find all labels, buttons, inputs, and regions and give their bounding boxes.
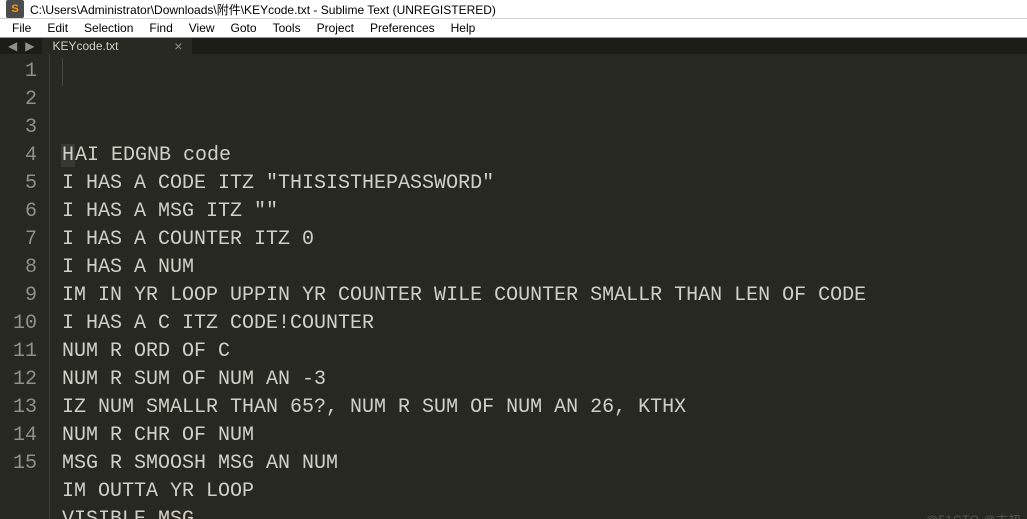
menu-item-file[interactable]: File xyxy=(4,19,39,37)
line-number: 15 xyxy=(8,450,37,478)
menu-item-edit[interactable]: Edit xyxy=(39,19,76,37)
line-number: 1 xyxy=(8,58,37,86)
window-titlebar: S C:\Users\Administrator\Downloads\附件\KE… xyxy=(0,0,1027,19)
code-line[interactable]: I HAS A NUM xyxy=(62,254,1027,282)
menu-item-find[interactable]: Find xyxy=(141,19,180,37)
tab-nav-right-icon[interactable]: ▶ xyxy=(21,39,38,53)
menu-item-view[interactable]: View xyxy=(181,19,223,37)
line-number: 4 xyxy=(8,142,37,170)
code-line[interactable]: IM IN YR LOOP UPPIN YR COUNTER WILE COUN… xyxy=(62,282,1027,310)
line-number: 5 xyxy=(8,170,37,198)
code-line[interactable]: VISIBLE MSG xyxy=(62,506,1027,519)
menu-item-preferences[interactable]: Preferences xyxy=(362,19,443,37)
tab[interactable]: KEYcode.txt× xyxy=(42,38,192,54)
tab-strip: ◀ ▶ KEYcode.txt× xyxy=(0,38,1027,54)
code-line[interactable]: MSG R SMOOSH MSG AN NUM xyxy=(62,450,1027,478)
code-content[interactable]: HAI EDGNB codeI HAS A CODE ITZ "THISISTH… xyxy=(50,54,1027,519)
text-cursor xyxy=(62,58,63,86)
menu-item-selection[interactable]: Selection xyxy=(76,19,141,37)
line-number: 13 xyxy=(8,394,37,422)
menu-item-goto[interactable]: Goto xyxy=(223,19,265,37)
code-line[interactable]: I HAS A MSG ITZ "" xyxy=(62,198,1027,226)
window-title: C:\Users\Administrator\Downloads\附件\KEYc… xyxy=(30,1,496,18)
line-number: 2 xyxy=(8,86,37,114)
code-line[interactable]: IM OUTTA YR LOOP xyxy=(62,478,1027,506)
menu-item-project[interactable]: Project xyxy=(309,19,362,37)
code-line[interactable]: HAI EDGNB code xyxy=(62,142,1027,170)
line-number: 10 xyxy=(8,310,37,338)
line-number: 9 xyxy=(8,282,37,310)
line-number: 12 xyxy=(8,366,37,394)
menu-bar: FileEditSelectionFindViewGotoToolsProjec… xyxy=(0,19,1027,38)
line-number: 11 xyxy=(8,338,37,366)
code-line[interactable]: I HAS A C ITZ CODE!COUNTER xyxy=(62,310,1027,338)
tab-nav-arrows: ◀ ▶ xyxy=(0,38,42,54)
line-number: 3 xyxy=(8,114,37,142)
menu-item-tools[interactable]: Tools xyxy=(265,19,309,37)
code-line[interactable]: I HAS A COUNTER ITZ 0 xyxy=(62,226,1027,254)
tab-close-icon[interactable]: × xyxy=(162,38,182,54)
line-number: 7 xyxy=(8,226,37,254)
tab-nav-left-icon[interactable]: ◀ xyxy=(4,39,21,53)
line-number: 8 xyxy=(8,254,37,282)
watermark: @51CTO @末初 CSDN @末初 xyxy=(926,506,1021,519)
code-line[interactable]: NUM R CHR OF NUM xyxy=(62,422,1027,450)
code-line[interactable]: NUM R ORD OF C xyxy=(62,338,1027,366)
editor-area[interactable]: 123456789101112131415 HAI EDGNB codeI HA… xyxy=(0,54,1027,519)
code-line[interactable]: NUM R SUM OF NUM AN -3 xyxy=(62,366,1027,394)
line-number-gutter: 123456789101112131415 xyxy=(0,54,50,519)
line-number: 6 xyxy=(8,198,37,226)
tab-label: KEYcode.txt xyxy=(52,39,162,53)
app-icon: S xyxy=(6,0,24,18)
code-line[interactable]: I HAS A CODE ITZ "THISISTHEPASSWORD" xyxy=(62,170,1027,198)
line-number: 14 xyxy=(8,422,37,450)
menu-item-help[interactable]: Help xyxy=(443,19,484,37)
watermark-line1: @51CTO @末初 xyxy=(926,513,1021,519)
code-line[interactable]: IZ NUM SMALLR THAN 65?, NUM R SUM OF NUM… xyxy=(62,394,1027,422)
